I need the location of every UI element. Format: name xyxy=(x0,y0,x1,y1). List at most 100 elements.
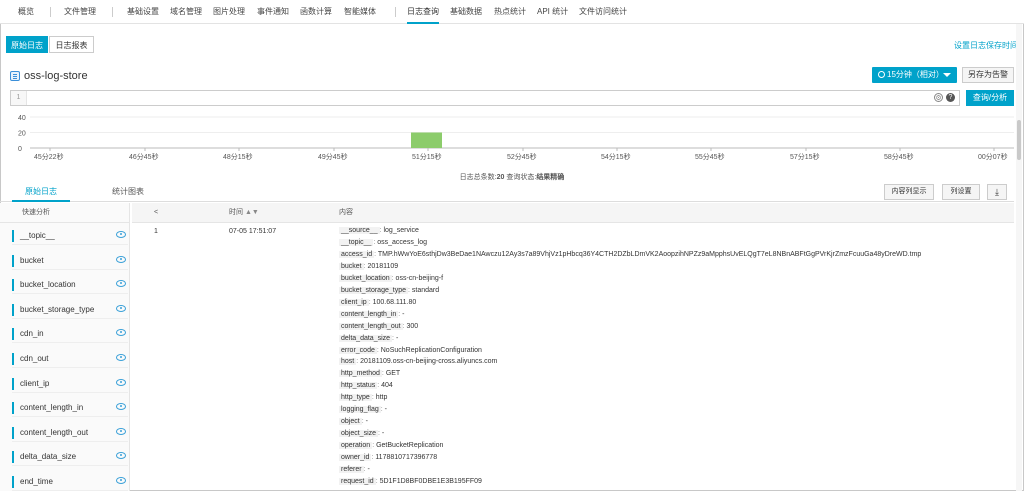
field-item[interactable]: client_ip xyxy=(12,375,128,393)
query-input[interactable]: 1 ⚙ ? xyxy=(10,90,960,106)
field-name: __topic__ xyxy=(20,231,55,240)
log-value: - xyxy=(395,334,399,342)
eye-icon[interactable] xyxy=(116,378,126,386)
log-key: content_length_out xyxy=(339,322,403,330)
column-settings-button[interactable]: 列设置 xyxy=(942,184,980,200)
y-tick-label: 20 xyxy=(18,131,26,138)
quick-analysis-sidebar: 快速分析 __topic__bucket bucket_locationbucke… xyxy=(0,203,130,491)
collapse-icon[interactable]: < xyxy=(154,203,158,223)
x-tick-label: 49分45秒 xyxy=(318,152,348,161)
log-value: 300 xyxy=(406,322,419,330)
subtab-log-report[interactable]: 日志报表 xyxy=(49,36,94,53)
quick-analysis-title: 快速分析 xyxy=(0,203,129,223)
nav-item[interactable]: 域名管理 xyxy=(170,0,202,24)
tab-charts[interactable]: 统计图表 xyxy=(100,184,156,202)
logstore-title: oss-log-store xyxy=(10,70,88,82)
eye-icon[interactable] xyxy=(116,329,126,337)
nav-item[interactable]: 智能媒体 xyxy=(344,0,376,24)
log-field: http_status: 404 xyxy=(339,382,393,390)
nav-item[interactable]: 文件管理 xyxy=(64,0,96,24)
field-item[interactable]: content_length_out xyxy=(12,424,128,442)
field-accent xyxy=(12,426,14,439)
logstore-name: oss-log-store xyxy=(24,70,88,82)
log-field: error_code: NoSuchReplicationConfigurati… xyxy=(339,346,482,354)
nav-divider xyxy=(112,7,113,17)
log-value: 404 xyxy=(381,382,393,390)
eye-icon[interactable] xyxy=(116,477,126,484)
field-accent xyxy=(12,328,14,341)
log-key: bucket_storage_type xyxy=(339,286,408,294)
nav-item[interactable]: 图片处理 xyxy=(213,0,245,24)
log-value: - xyxy=(367,466,370,473)
row-index: 1 xyxy=(154,228,158,235)
log-key: __source__ xyxy=(339,227,380,234)
log-value: 20181109.oss-cn-beijing-cross.aliyuncs.c… xyxy=(360,358,498,366)
download-button[interactable]: ⤓ xyxy=(987,184,1007,200)
log-value: - xyxy=(381,430,385,438)
time-range-button[interactable]: 15分钟（相对） xyxy=(872,67,957,83)
eye-icon[interactable] xyxy=(116,231,126,238)
x-tick-label: 48分15秒 xyxy=(223,152,253,161)
retention-link[interactable]: 设置日志保存时间 xyxy=(954,40,1018,51)
log-value: - xyxy=(365,418,368,426)
log-key: host xyxy=(339,358,357,366)
log-field: logging_flag: - xyxy=(339,406,387,414)
field-item[interactable]: bucket xyxy=(12,252,128,270)
nav-item[interactable]: 事件通知 xyxy=(257,0,289,24)
nav-item[interactable]: API 统计 xyxy=(537,0,568,24)
nav-item[interactable]: 基础数据 xyxy=(450,0,482,24)
save-as-alert-button[interactable]: 另存为告警 xyxy=(962,67,1014,83)
field-item[interactable]: bucket_location xyxy=(12,276,128,295)
field-name: end_time xyxy=(20,477,53,486)
field-item[interactable]: delta_data_size xyxy=(12,448,128,467)
log-field: bucket_storage_type: standard xyxy=(339,286,439,294)
field-item[interactable]: __topic__ xyxy=(12,227,128,245)
y-tick-label: 40 xyxy=(18,115,26,122)
search-analyze-button[interactable]: 查询/分析 xyxy=(966,90,1014,106)
eye-icon[interactable] xyxy=(116,452,126,460)
x-tick-label: 00分07秒 xyxy=(978,152,1008,161)
eye-icon[interactable] xyxy=(116,304,126,312)
field-name: bucket_location xyxy=(20,280,76,290)
content-column-button[interactable]: 内容列显示 xyxy=(884,184,934,200)
help-icon[interactable]: ? xyxy=(946,93,955,102)
field-accent xyxy=(12,476,14,488)
log-key: access_id xyxy=(339,250,375,258)
log-field: host: 20181109.oss-cn-beijing-cross.aliy… xyxy=(339,358,498,366)
field-item[interactable]: cdn_out xyxy=(12,350,128,368)
y-tick-label: 0 xyxy=(18,146,22,153)
log-key: logging_flag xyxy=(339,406,381,414)
nav-item[interactable]: 概览 xyxy=(18,0,34,24)
scrollbar-track[interactable] xyxy=(1016,24,1022,491)
nav-item[interactable]: 热点统计 xyxy=(494,0,526,24)
nav-item[interactable]: 函数计算 xyxy=(300,0,332,24)
eye-icon[interactable] xyxy=(116,403,126,411)
top-nav: 概览 文件管理 基础设置 域名管理 图片处理 事件通知 函数计算 智能媒体 日志查询 基础数据 热点… xyxy=(0,0,1024,24)
field-item[interactable]: cdn_in xyxy=(12,325,128,344)
subtab-raw-log[interactable]: 原始日志 xyxy=(6,36,48,53)
sort-icon[interactable]: ▲▼ xyxy=(245,209,259,216)
nav-item[interactable]: 文件访问统计 xyxy=(579,0,627,24)
eye-icon[interactable] xyxy=(116,255,126,263)
histogram-bar[interactable] xyxy=(411,132,442,149)
field-item[interactable]: content_length_in xyxy=(12,399,128,418)
col-time-header[interactable]: 时间 ▲▼ xyxy=(229,203,259,223)
log-histogram: 40 20 0 45分22秒 46分45秒 48分15秒 49分45秒 51分15秒 52分45… xyxy=(18,115,1014,161)
scrollbar-thumb[interactable] xyxy=(1017,120,1021,160)
nav-item[interactable]: 基础设置 xyxy=(127,0,159,24)
settings-icon[interactable]: ⚙ xyxy=(934,93,943,102)
eye-icon[interactable] xyxy=(116,427,126,435)
field-accent xyxy=(12,303,14,316)
log-key: operation xyxy=(339,442,373,450)
eye-icon[interactable] xyxy=(116,354,126,361)
eye-icon[interactable] xyxy=(116,280,126,288)
log-key: http_type xyxy=(339,394,372,402)
col-content-header: 内容 xyxy=(339,209,353,216)
log-value: 20181109 xyxy=(367,262,399,270)
field-item[interactable]: bucket_storage_type xyxy=(12,301,128,319)
field-item[interactable]: end_time xyxy=(12,473,128,491)
tab-raw-logs[interactable]: 原始日志 xyxy=(12,184,70,202)
log-field: client_ip: 100.68.111.80 xyxy=(339,298,416,306)
nav-item[interactable]: 日志查询 xyxy=(407,0,439,24)
log-key: bucket_location xyxy=(339,274,392,282)
